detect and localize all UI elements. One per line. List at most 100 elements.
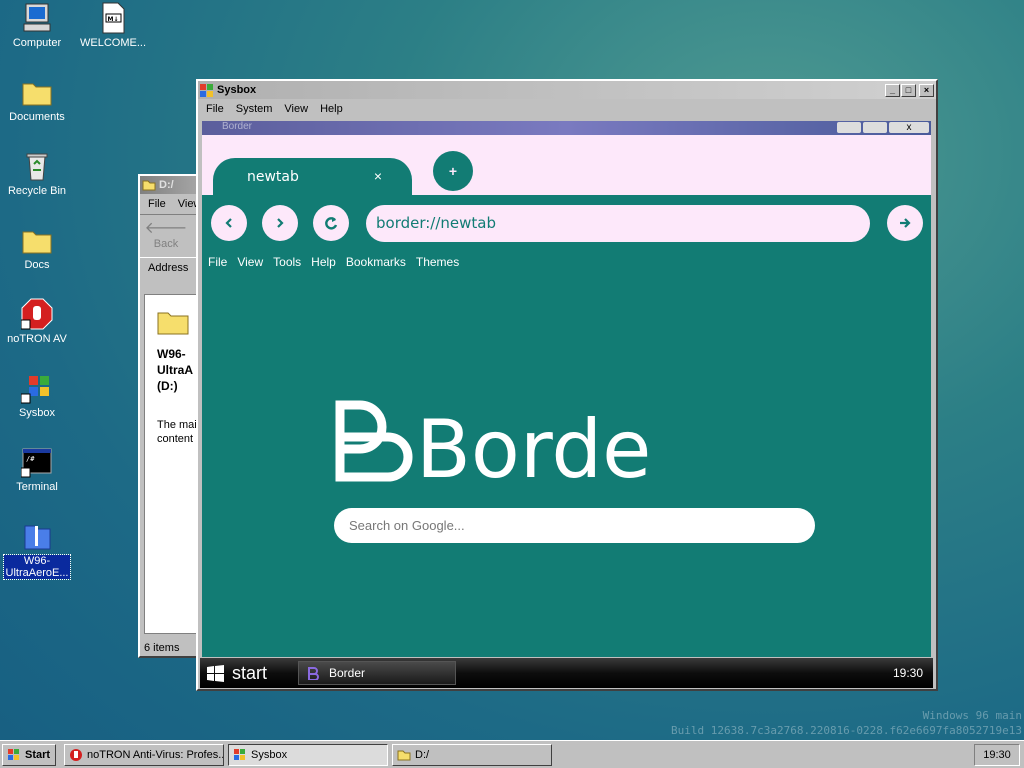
google-search-input[interactable]: Search on Google... <box>334 508 815 543</box>
reload-icon <box>325 217 338 230</box>
border-app-icon <box>308 667 319 680</box>
sysbox-titlebar[interactable]: Sysbox _ □ × <box>198 81 936 99</box>
zip-file-icon <box>21 520 53 552</box>
taskbar-clock: 19:30 <box>974 744 1020 766</box>
build-watermark: Windows 96 main Build 12638.7c3a2768.220… <box>671 708 1022 738</box>
inner-start-label: start <box>232 662 268 683</box>
taskbar-item-explorer[interactable]: D:/ <box>392 744 552 766</box>
browser-menu-tools[interactable]: Tools <box>273 255 301 269</box>
sysbox-menu-view[interactable]: View <box>278 103 314 115</box>
inner-maximize-button[interactable] <box>863 122 887 133</box>
inner-clock-text: 19:30 <box>892 666 923 680</box>
reload-button[interactable] <box>313 205 349 241</box>
back-nav-button[interactable] <box>211 205 247 241</box>
go-button[interactable] <box>887 205 923 241</box>
inner-close-button[interactable]: x <box>889 122 929 133</box>
desktop-icon-computer[interactable]: Computer <box>2 2 72 49</box>
svg-text:M↓: M↓ <box>108 16 119 23</box>
tab-close-icon[interactable]: × <box>374 168 382 184</box>
browser-menu-bookmarks[interactable]: Bookmarks <box>346 255 406 269</box>
back-button[interactable]: 🡐 Back <box>140 217 192 257</box>
tab-newtab[interactable]: newtab × <box>213 158 412 195</box>
explorer-statusbar: 6 items <box>144 642 179 654</box>
desktop-icon-welcome[interactable]: M↓ WELCOME... <box>78 2 148 49</box>
desktop-icon-w96-ultraaero[interactable]: W96- UltraAeroE... <box>2 520 72 580</box>
watermark-line-2: Build 12638.7c3a2768.220816-0228.f62e669… <box>671 724 1022 737</box>
browser-menu-help[interactable]: Help <box>311 255 336 269</box>
status-text: 6 items <box>144 642 180 654</box>
explorer-titlebar[interactable]: D:/ <box>140 176 202 194</box>
border-logo-graphic: Border <box>335 400 684 496</box>
inner-task-label: Border <box>329 666 366 680</box>
desktop-icon-recycle-bin[interactable]: Recycle Bin <box>2 150 72 197</box>
border-logo: Border <box>332 393 684 496</box>
computer-icon <box>21 2 53 34</box>
tab-label: newtab <box>247 169 299 185</box>
windows-flag-icon <box>207 665 224 682</box>
minimize-button[interactable]: _ <box>885 83 900 97</box>
inner-taskbar: start Border 19:30 <box>200 658 933 688</box>
desktop-icon-documents[interactable]: Documents <box>2 76 72 123</box>
start-label: Start <box>25 749 51 761</box>
search-placeholder: Search on Google... <box>349 518 465 533</box>
close-button[interactable]: × <box>919 83 934 97</box>
border-browser: Border x newtab × + border://newtab File… <box>202 121 931 657</box>
taskbar-item-label: Sysbox <box>251 749 288 761</box>
markdown-file-icon: M↓ <box>97 2 129 34</box>
folder-icon <box>142 180 156 191</box>
url-input[interactable]: border://newtab <box>366 205 870 242</box>
browser-tabstrip: Border x newtab × + <box>202 121 931 195</box>
sysbox-menubar: File System View Help <box>198 99 936 119</box>
windows-logo-icon <box>234 749 245 760</box>
chevron-left-icon <box>225 218 232 228</box>
browser-inner-titlebar: Border x <box>202 121 931 135</box>
sysbox-title: Sysbox <box>217 84 257 96</box>
taskbar-item-sysbox[interactable]: Sysbox <box>228 744 388 766</box>
explorer-content: W96- UltraA (D:) The mai content <box>144 294 202 634</box>
explorer-title: D:/ <box>159 179 174 191</box>
maximize-button[interactable]: □ <box>901 83 916 97</box>
sysbox-menu-help[interactable]: Help <box>314 103 349 115</box>
inner-task-border[interactable]: Border <box>298 661 456 685</box>
plus-icon: + <box>448 163 458 179</box>
explorer-menu-file[interactable]: File <box>142 198 172 210</box>
chevron-right-icon <box>277 218 284 228</box>
url-text: border://newtab <box>376 214 497 232</box>
browser-inner-title: Border <box>222 121 253 132</box>
browser-menubar: File View Tools Help Bookmarks Themes <box>208 255 469 269</box>
desktop-icon-terminal[interactable]: /# Terminal <box>2 446 72 493</box>
taskbar-item-label: noTRON Anti-Virus: Profes... <box>87 749 224 761</box>
terminal-icon: /# <box>20 446 53 478</box>
desktop-icon-sysbox[interactable]: Sysbox <box>2 372 72 419</box>
taskbar: Start noTRON Anti-Virus: Profes... Sysbo… <box>0 740 1024 768</box>
inner-minimize-button[interactable] <box>837 122 861 133</box>
windows-logo-icon <box>20 372 53 404</box>
arrow-right-icon <box>900 218 911 228</box>
address-bar[interactable]: Address <box>140 257 202 278</box>
desktop-icon-notron-av[interactable]: noTRON AV <box>2 298 72 345</box>
explorer-menubar: File View <box>140 194 202 215</box>
desktop-icon-docs[interactable]: Docs <box>2 224 72 271</box>
address-label: Address <box>148 262 189 274</box>
recycle-bin-icon <box>21 150 53 182</box>
stop-hand-icon <box>70 749 82 761</box>
svg-text:/#: /# <box>26 455 35 463</box>
new-tab-button[interactable]: + <box>433 151 473 191</box>
back-arrow-icon: 🡐 <box>144 220 188 237</box>
explorer-window[interactable]: D:/ File View 🡐 Back Address W96- UltraA… <box>138 174 204 658</box>
browser-menu-file[interactable]: File <box>208 255 227 269</box>
folder-icon <box>21 76 53 108</box>
sysbox-menu-file[interactable]: File <box>200 103 230 115</box>
clock-text: 19:30 <box>983 749 1011 761</box>
taskbar-item-notron[interactable]: noTRON Anti-Virus: Profes... <box>64 744 224 766</box>
folder-icon <box>397 750 411 761</box>
start-button[interactable]: Start <box>2 744 56 766</box>
browser-menu-view[interactable]: View <box>237 255 263 269</box>
sysbox-menu-system[interactable]: System <box>230 103 279 115</box>
watermark-line-1: Windows 96 main <box>922 709 1022 722</box>
inner-start-button[interactable]: start <box>200 658 292 688</box>
forward-nav-button[interactable] <box>262 205 298 241</box>
browser-menu-themes[interactable]: Themes <box>416 255 459 269</box>
taskbar-item-label: D:/ <box>415 749 430 761</box>
back-label: Back <box>153 238 179 250</box>
